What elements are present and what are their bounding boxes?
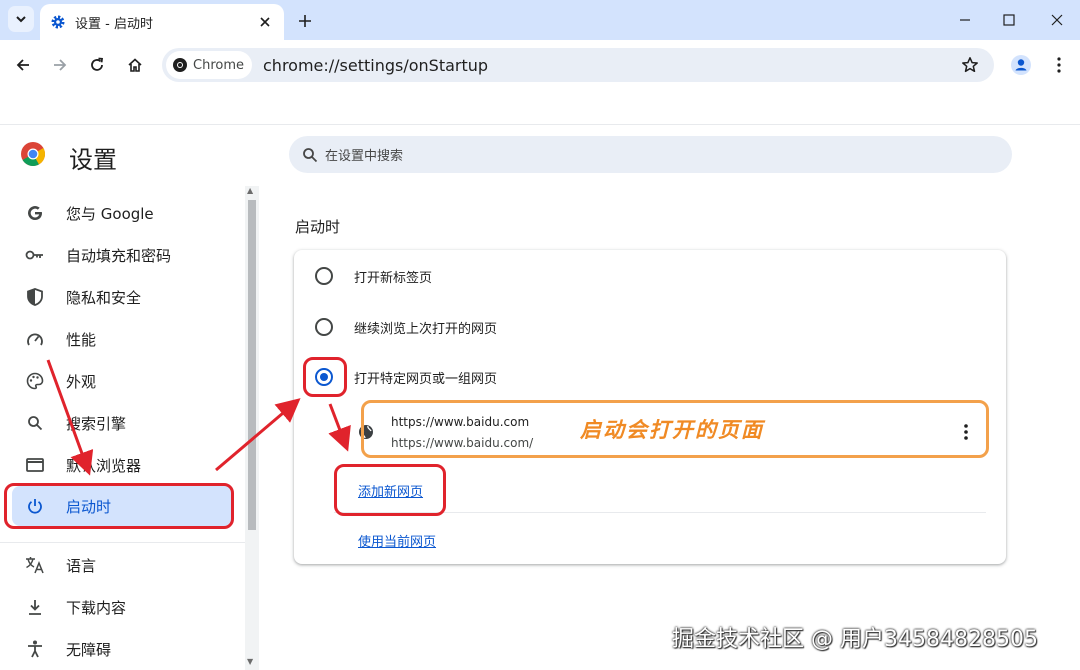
sidebar-divider xyxy=(0,542,245,543)
sidebar-item-label: 性能 xyxy=(66,330,97,349)
arrow-right-icon xyxy=(54,59,67,71)
home-button[interactable] xyxy=(122,52,148,78)
sidebar-item-label: 隐私和安全 xyxy=(66,288,142,307)
url-text[interactable]: chrome://settings/onStartup xyxy=(263,56,956,75)
annotation-box-startup xyxy=(4,483,234,529)
sidebar-item-label: 无障碍 xyxy=(66,640,112,659)
option-new-tab[interactable]: 打开新标签页 xyxy=(294,251,1006,301)
sidebar-item-label: 搜索引擎 xyxy=(66,414,127,433)
sidebar-item-downloads[interactable]: 下载内容 xyxy=(12,587,232,627)
sidebar-item-label: 默认浏览器 xyxy=(66,456,142,475)
option-label: 打开新标签页 xyxy=(354,270,433,286)
tab-strip: 设置 - 启动时 xyxy=(0,0,1080,40)
section-title: 启动时 xyxy=(295,218,341,236)
settings-sidebar: 您与 Google 自动填充和密码 隐私和安全 性能 外观 搜索引擎 默认浏览器… xyxy=(0,190,245,670)
translate-icon xyxy=(24,554,46,576)
new-tab-button[interactable] xyxy=(293,9,317,33)
chrome-menu-button[interactable] xyxy=(1046,52,1072,78)
download-icon xyxy=(24,596,46,618)
active-tab[interactable]: 设置 - 启动时 xyxy=(40,4,284,40)
tab-search-button[interactable] xyxy=(8,6,34,32)
key-icon xyxy=(24,244,46,266)
forward-button[interactable] xyxy=(47,52,73,78)
sidebar-scrollbar-thumb[interactable] xyxy=(248,200,256,530)
close-window-button[interactable] xyxy=(1044,8,1070,32)
sidebar-item-performance[interactable]: 性能 xyxy=(12,319,232,359)
close-icon xyxy=(1051,14,1063,26)
home-icon xyxy=(128,58,142,72)
site-chip[interactable]: Chrome xyxy=(166,51,252,79)
kebab-menu-icon xyxy=(1057,57,1061,73)
sidebar-item-label: 下载内容 xyxy=(66,598,127,617)
settings-search-input[interactable]: 在设置中搜索 xyxy=(289,136,1012,173)
bookmark-button[interactable] xyxy=(956,51,984,79)
back-button[interactable] xyxy=(10,52,36,78)
browser-window-icon xyxy=(24,454,46,476)
chrome-logo-icon xyxy=(173,58,187,72)
option-label: 继续浏览上次打开的网页 xyxy=(354,321,498,337)
shield-icon xyxy=(24,286,46,308)
sidebar-item-accessibility[interactable]: 无障碍 xyxy=(12,629,232,669)
reload-button[interactable] xyxy=(84,52,110,78)
plus-icon xyxy=(299,15,311,27)
maximize-button[interactable] xyxy=(996,8,1022,32)
chrome-logo-icon xyxy=(21,142,46,167)
palette-icon xyxy=(24,370,46,392)
annotation-callout: 启动会打开的页面 xyxy=(580,418,764,442)
toolbar: Chrome chrome://settings/onStartup xyxy=(0,40,1080,90)
tab-title: 设置 - 启动时 xyxy=(75,16,153,32)
use-current-pages-link[interactable]: 使用当前网页 xyxy=(358,531,436,550)
annotation-box-radio xyxy=(303,357,347,397)
search-icon xyxy=(303,147,318,162)
minimize-icon xyxy=(960,19,970,21)
search-placeholder: 在设置中搜索 xyxy=(325,149,404,164)
chevron-down-icon xyxy=(16,16,26,23)
profile-button[interactable] xyxy=(1008,52,1034,78)
settings-gear-icon xyxy=(50,14,66,30)
sidebar-item-languages[interactable]: 语言 xyxy=(12,545,232,585)
settings-title: 设置 xyxy=(69,146,117,174)
sidebar-item-label: 外观 xyxy=(66,372,97,391)
sidebar-item-you-and-google[interactable]: 您与 Google xyxy=(12,193,232,233)
sidebar-item-appearance[interactable]: 外观 xyxy=(12,361,232,401)
sidebar-item-privacy[interactable]: 隐私和安全 xyxy=(12,277,232,317)
address-bar[interactable]: Chrome chrome://settings/onStartup xyxy=(162,48,994,82)
scroll-up-icon[interactable]: ▲ xyxy=(247,186,253,195)
sidebar-item-label: 自动填充和密码 xyxy=(66,246,172,265)
sidebar-item-default-browser[interactable]: 默认浏览器 xyxy=(12,445,232,485)
annotation-box-add-page xyxy=(334,464,446,516)
sidebar-item-label: 语言 xyxy=(66,556,97,575)
option-specific-pages[interactable]: 打开特定网页或一组网页 xyxy=(294,352,1006,402)
sidebar-item-autofill[interactable]: 自动填充和密码 xyxy=(12,235,232,275)
arrow-left-icon xyxy=(16,59,29,71)
reload-icon xyxy=(91,57,103,71)
close-tab-icon[interactable] xyxy=(256,13,274,31)
toolbar-divider xyxy=(0,124,1080,125)
avatar-icon xyxy=(1011,55,1031,75)
star-icon xyxy=(962,57,978,73)
scroll-down-icon[interactable]: ▼ xyxy=(247,657,253,666)
radio-new-tab[interactable] xyxy=(315,267,333,285)
maximize-icon xyxy=(1003,14,1015,26)
option-label: 打开特定网页或一组网页 xyxy=(354,371,498,387)
sidebar-item-label: 您与 Google xyxy=(66,204,154,223)
speedometer-icon xyxy=(24,328,46,350)
google-g-icon xyxy=(24,202,46,224)
search-icon xyxy=(24,412,46,434)
accessibility-icon xyxy=(24,638,46,660)
radio-continue[interactable] xyxy=(315,318,333,336)
sidebar-item-search-engine[interactable]: 搜索引擎 xyxy=(12,403,232,443)
option-continue[interactable]: 继续浏览上次打开的网页 xyxy=(294,302,1006,352)
site-chip-label: Chrome xyxy=(193,57,244,73)
watermark: 掘金技术社区 @ 用户34584828505 xyxy=(672,627,1038,652)
minimize-button[interactable] xyxy=(952,8,978,32)
